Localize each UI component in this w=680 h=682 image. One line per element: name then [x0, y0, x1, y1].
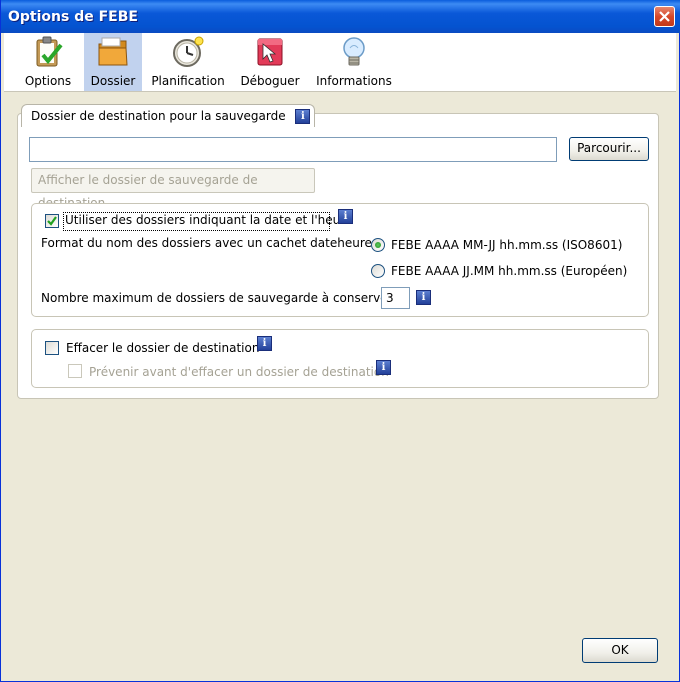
tab-informations-label: Informations	[316, 74, 392, 88]
tab-deboguer[interactable]: Déboguer	[238, 33, 302, 91]
format-label: Format du nom des dossiers avec un cache…	[41, 236, 380, 250]
browse-button-label: Parcourir...	[577, 141, 641, 155]
tab-options[interactable]: Options	[19, 33, 77, 91]
ok-button[interactable]: OK	[582, 638, 658, 663]
clock-icon	[171, 35, 205, 69]
folder-icon	[96, 35, 130, 69]
info-icon[interactable]: i	[257, 336, 272, 351]
title-bar[interactable]: Options de FEBE	[1, 0, 680, 33]
max-folders-label: Nombre maximum de dossiers de sauvegarde…	[41, 291, 401, 305]
format-iso-radio[interactable]	[371, 238, 385, 252]
format-eu-radio[interactable]	[371, 264, 385, 278]
tab-deboguer-label: Déboguer	[240, 74, 300, 88]
tab-dossier[interactable]: Dossier	[84, 33, 142, 91]
warn-before-erase-label: Prévenir avant d'effacer un dossier de d…	[89, 365, 389, 379]
options-toolbar: Options Dossier Planification Déboguer I…	[4, 33, 676, 92]
format-iso-label[interactable]: FEBE AAAA MM-JJ hh.mm.ss (ISO8601)	[391, 238, 622, 252]
window-title: Options de FEBE	[8, 9, 138, 25]
clipboard-check-icon	[31, 35, 65, 69]
info-icon[interactable]: i	[295, 109, 311, 124]
tab-informations[interactable]: Informations	[316, 33, 392, 91]
destination-legend-label: Dossier de destination pour la sauvegard…	[31, 109, 286, 123]
tab-dossier-label: Dossier	[90, 74, 136, 88]
debug-arrow-icon	[253, 35, 287, 69]
info-icon[interactable]: i	[338, 209, 353, 224]
erase-label[interactable]: Effacer le dossier de destination	[66, 341, 259, 355]
erase-group	[31, 329, 649, 388]
erase-checkbox[interactable]	[45, 341, 59, 355]
lightbulb-icon	[337, 35, 371, 69]
dialog-window: Options de FEBE Options Dossier Planific…	[0, 0, 680, 682]
max-folders-input[interactable]: 3	[381, 287, 410, 309]
info-icon[interactable]: i	[416, 290, 431, 305]
tab-planification[interactable]: Planification	[150, 33, 226, 91]
warn-before-erase-checkbox	[68, 364, 82, 378]
destination-legend: Dossier de destination pour la sauvegard…	[21, 104, 316, 127]
info-icon[interactable]: i	[376, 360, 391, 375]
ok-button-label: OK	[611, 643, 629, 657]
dated-folders-label[interactable]: Utiliser des dossiers indiquant la date …	[65, 213, 352, 227]
dated-folders-checkbox[interactable]	[45, 214, 59, 228]
show-folder-button: Afficher le dossier de sauvegarde de des…	[31, 168, 315, 210]
tab-planification-label: Planification	[151, 74, 225, 88]
close-button[interactable]	[654, 6, 675, 27]
format-eu-label[interactable]: FEBE AAAA JJ.MM hh.mm.ss (Européen)	[391, 264, 627, 278]
browse-button[interactable]: Parcourir...	[569, 137, 649, 161]
destination-path-input[interactable]	[29, 137, 557, 162]
max-folders-value: 3	[386, 291, 394, 305]
tab-options-label: Options	[24, 74, 72, 88]
